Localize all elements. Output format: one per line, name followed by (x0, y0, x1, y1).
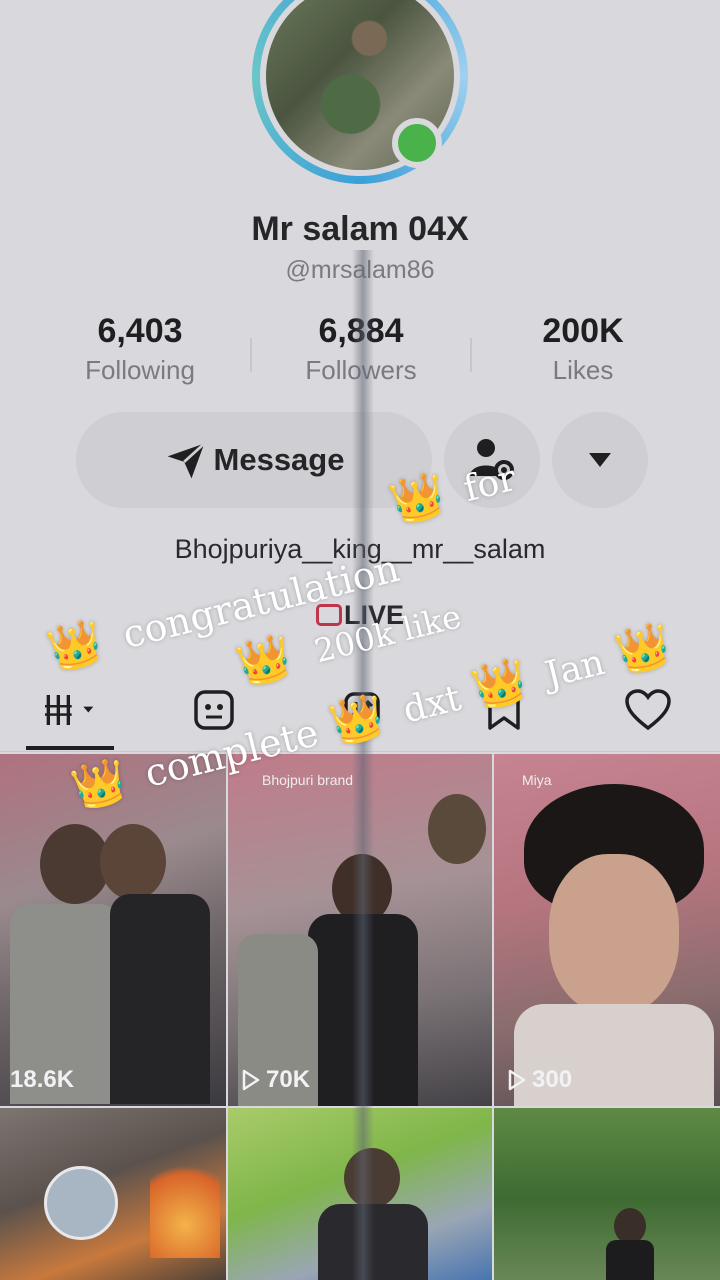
stat-value: 200K (542, 312, 624, 350)
crown-icon: 👑 (324, 688, 391, 752)
crown-icon: 👑 (42, 614, 109, 678)
crown-icon: 👑 (385, 467, 451, 531)
send-icon (167, 442, 205, 479)
profile-name: Mr salam 04X (251, 210, 469, 248)
stat-label: Likes (552, 355, 614, 385)
stat-likes[interactable]: 200K Likes (473, 312, 693, 386)
crown-icon: 👑 (610, 617, 676, 681)
video-caption: Miya (522, 772, 552, 788)
divider (470, 338, 472, 372)
online-status-dot (392, 118, 442, 168)
avatar (44, 1166, 118, 1240)
crown-icon: 👑 (466, 653, 533, 717)
video-thumbnail[interactable]: Miya 300 (494, 754, 720, 1106)
play-icon (508, 1069, 526, 1091)
video-thumbnail[interactable] (494, 1108, 720, 1280)
stat-value: 6,403 (97, 312, 183, 350)
message-label: Message (213, 442, 345, 477)
stat-following[interactable]: 6,403 Following (30, 312, 250, 386)
crown-icon: 👑 (66, 753, 133, 816)
view-count: 300 (504, 1066, 572, 1094)
play-icon (242, 1069, 260, 1091)
overlay-word: Jan (541, 641, 609, 697)
overlay-word: dxt (399, 677, 466, 732)
overlay-word: for (459, 457, 521, 511)
stat-label: Following (85, 355, 195, 385)
view-count: 70K (238, 1066, 310, 1094)
profile-page: Mr salam 04X @mrsalam86 6,403 Following … (0, 0, 720, 1280)
overlay-word: 200k like (310, 597, 465, 671)
video-thumbnail[interactable] (0, 1108, 226, 1280)
crown-icon: 👑 (231, 629, 298, 693)
view-count: 18.6K (10, 1066, 75, 1093)
overlay-word: complete (140, 710, 323, 796)
